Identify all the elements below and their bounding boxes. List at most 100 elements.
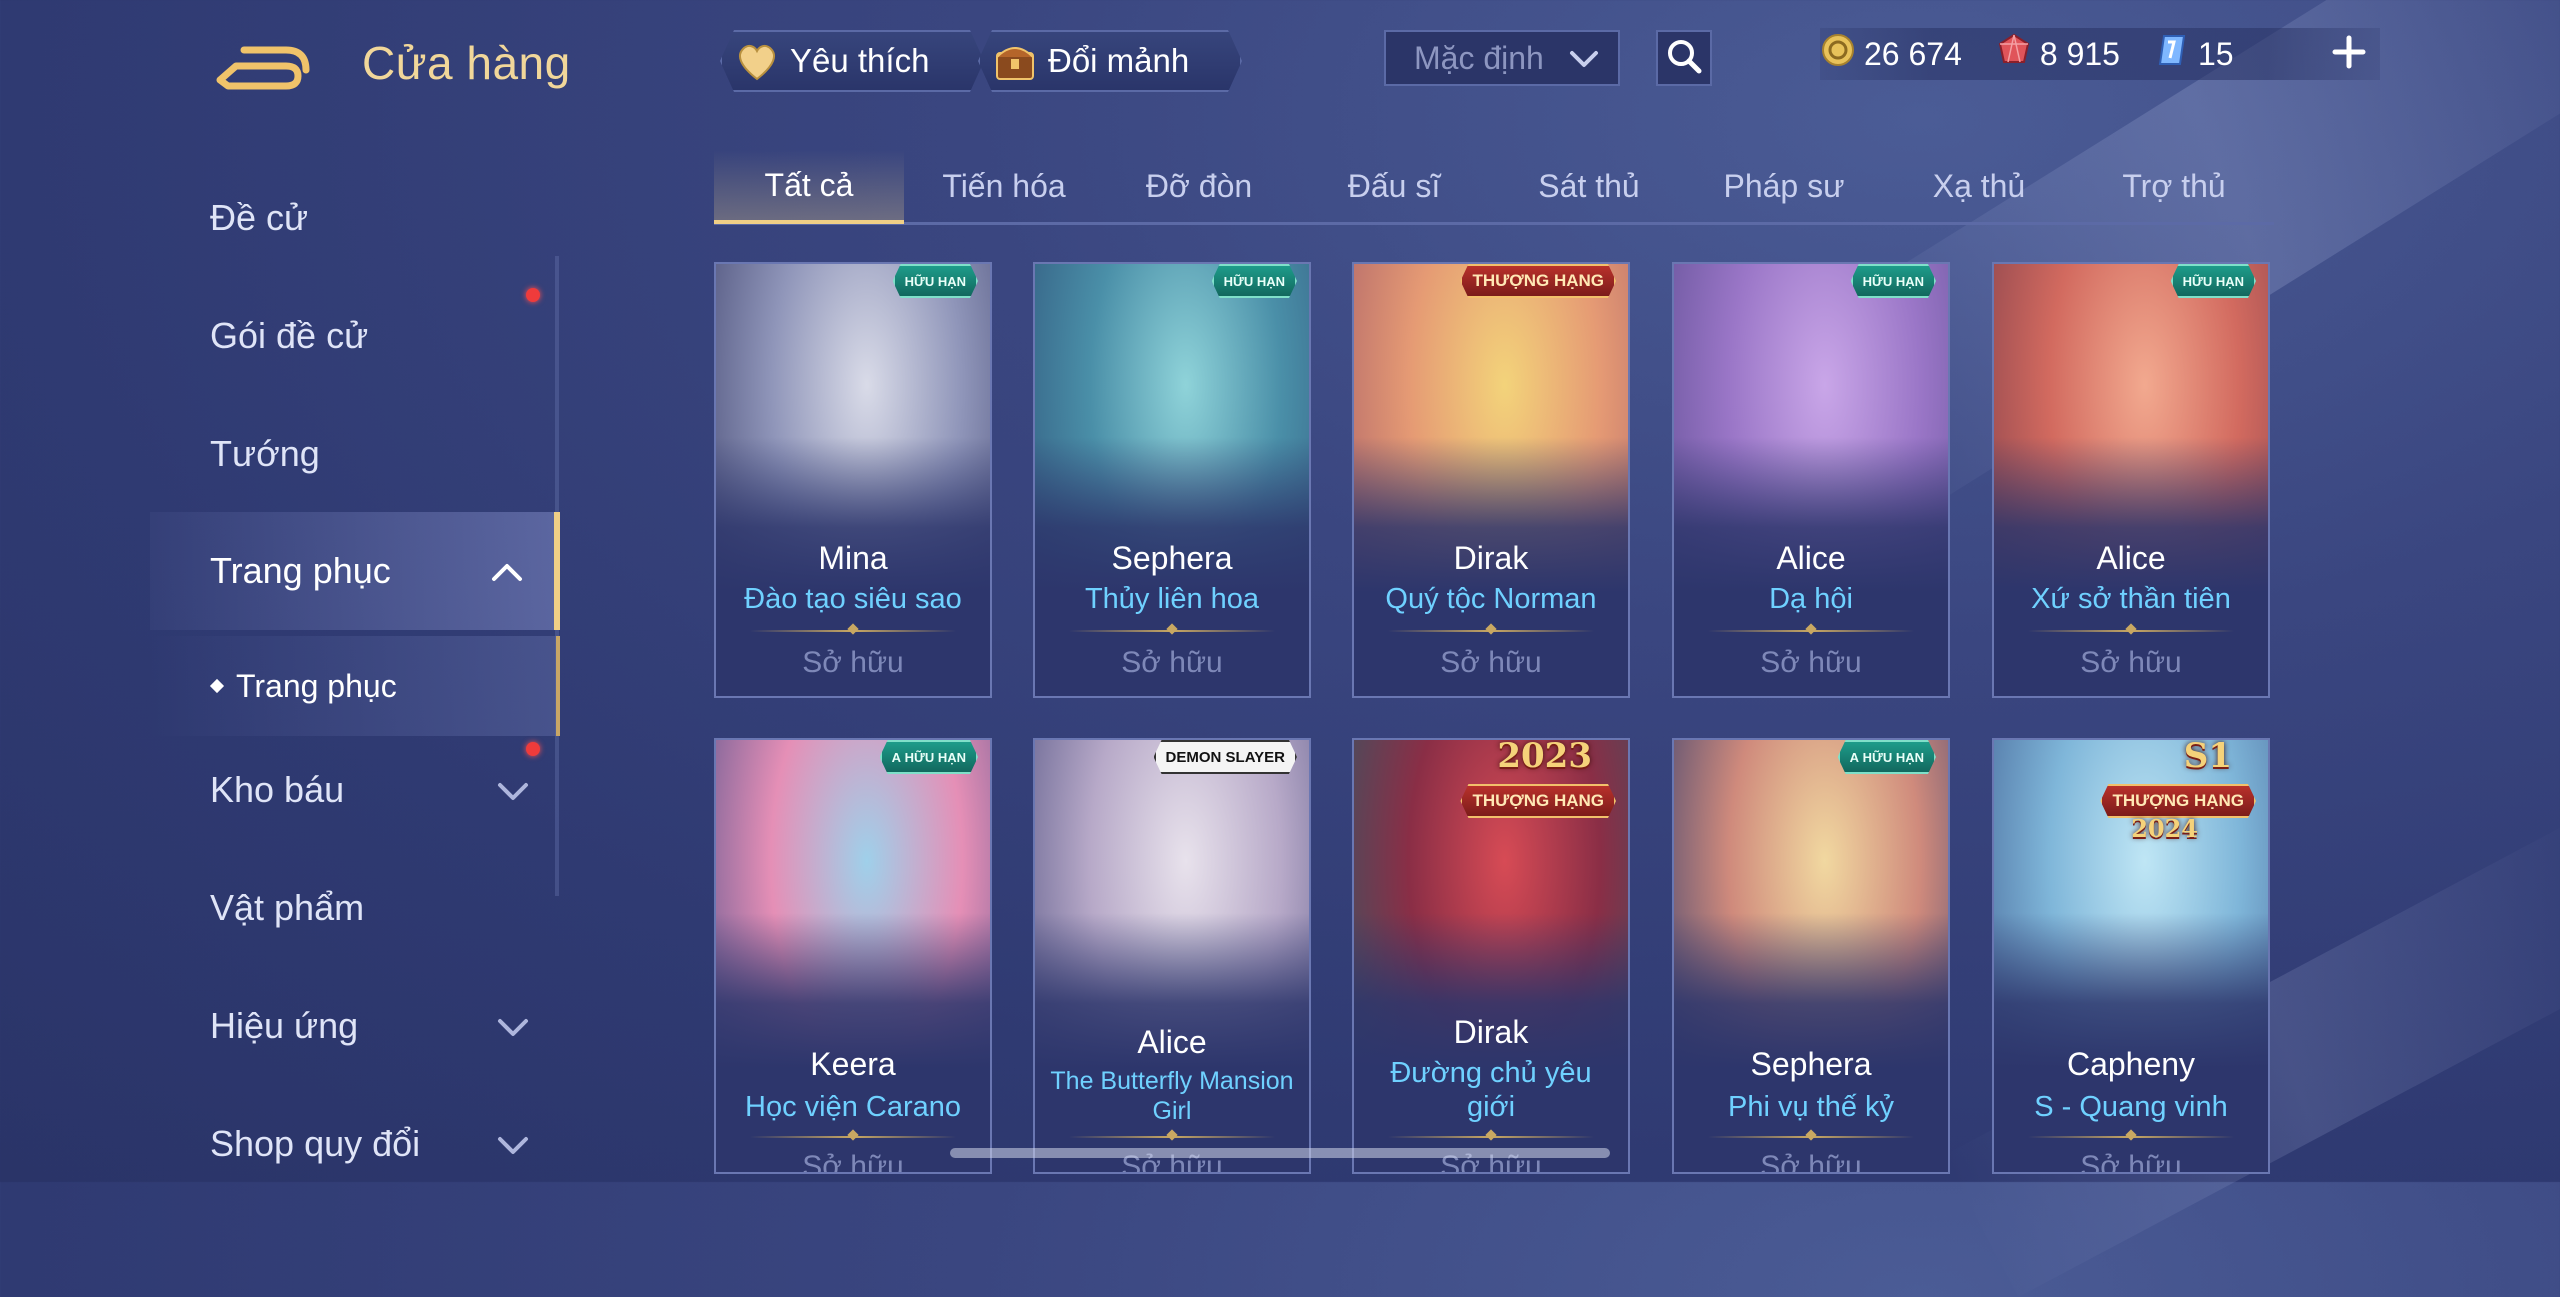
gold-balance: 26 674	[1820, 32, 1962, 76]
tab-support[interactable]: Trợ thủ	[2079, 150, 2269, 222]
tab-assassin[interactable]: Sát thủ	[1494, 150, 1684, 222]
owned-status: Sở hữu	[2080, 1150, 2182, 1174]
diamond-bullet-icon	[209, 678, 225, 694]
tab-all[interactable]: Tất cả	[714, 150, 904, 224]
back-button[interactable]	[214, 36, 310, 96]
sidebar-item-label: Shop quy đổi	[210, 1123, 421, 1164]
chevron-down-icon	[496, 769, 530, 811]
tab-evolution[interactable]: Tiến hóa	[909, 150, 1099, 222]
gold-value: 26 674	[1864, 35, 1962, 72]
sort-value: Mặc định	[1414, 39, 1544, 76]
owned-status: Sở hữu	[1440, 646, 1542, 679]
home-indicator[interactable]	[950, 1148, 1610, 1158]
add-currency-button[interactable]	[2326, 28, 2372, 80]
skin-card[interactable]: S1 THƯỢNG HẠNG 2024 Capheny S - Quang vi…	[1992, 738, 2270, 1174]
tab-marksman[interactable]: Xạ thủ	[1884, 150, 2074, 222]
sidebar-item-skins[interactable]: Trang phục	[150, 512, 560, 630]
skin-name: Đào tạo siêu sao	[744, 583, 962, 615]
skin-name: Phi vụ thế kỷ	[1727, 1091, 1895, 1123]
tab-fighter[interactable]: Đấu sĩ	[1299, 150, 1489, 222]
hero-name: Dirak	[1453, 1014, 1529, 1050]
limited-badge: HỮU HẠN	[1212, 264, 1297, 298]
hero-name: Alice	[1776, 540, 1846, 576]
shard-exchange-button[interactable]: Đổi mảnh	[978, 30, 1242, 92]
owned-status: Sở hữu	[802, 646, 904, 679]
sidebar-item-effects[interactable]: Hiệu ứng	[150, 976, 560, 1076]
voucher-value: 8 915	[2039, 35, 2120, 72]
skin-card[interactable]: A HỮU HẠN Sephera Phi vụ thế kỷ Sở hữu	[1672, 738, 1950, 1174]
tab-mage[interactable]: Pháp sư	[1689, 150, 1879, 222]
skin-name: Thủy liên hoa	[1084, 583, 1260, 615]
hero-name: Sephera	[1111, 540, 1233, 576]
skin-name: The Butterfly Mansion Girl	[1050, 1067, 1294, 1125]
premium-badge: THƯỢNG HẠNG	[2100, 784, 2256, 818]
sidebar: Đề cử Gói đề cử Tướng Trang phục Trang p…	[150, 160, 560, 1182]
notification-dot	[526, 288, 540, 302]
owned-status: Sở hữu	[2080, 646, 2182, 679]
hero-name: Keera	[810, 1046, 896, 1082]
skin-card[interactable]: THƯỢNG HẠNG Dirak Quý tộc Norman Sở hữu	[1352, 262, 1630, 698]
sidebar-item-recommended-packs[interactable]: Gói đề cử	[150, 286, 560, 386]
skin-name: Quý tộc Norman	[1385, 583, 1597, 615]
sidebar-item-label: Trang phục	[210, 550, 391, 591]
quan-huy-value: 15	[2197, 35, 2234, 72]
sidebar-item-label: Vật phẩm	[210, 887, 365, 928]
sidebar-item-heroes[interactable]: Tướng	[150, 404, 560, 504]
sort-dropdown[interactable]: Mặc định	[1384, 30, 1620, 86]
card-divider	[2028, 630, 2234, 632]
ruby-gem-icon	[1996, 32, 2032, 76]
card-divider	[1069, 630, 1275, 632]
tab-tank[interactable]: Đỡ đòn	[1104, 150, 1294, 222]
sidebar-item-recommended[interactable]: Đề cử	[150, 168, 560, 268]
skin-name: S - Quang vinh	[2034, 1091, 2228, 1123]
sidebar-item-items[interactable]: Vật phẩm	[150, 858, 560, 958]
crystal-icon	[2154, 32, 2190, 76]
hero-name: Dirak	[1453, 540, 1529, 576]
role-tabs: Tất cả Tiến hóa Đỡ đòn Đấu sĩ Sát thủ Ph…	[714, 150, 2274, 225]
sidebar-subitem-skins[interactable]: Trang phục	[150, 636, 560, 736]
back-arrow-icon	[216, 46, 310, 90]
owned-status: Sở hữu	[1760, 1150, 1862, 1174]
skin-name: Học viện Carano	[745, 1091, 961, 1123]
plus-icon	[2331, 34, 2367, 75]
currency-bar: 26 674 8 915 15	[1820, 28, 2380, 80]
card-divider	[2028, 1136, 2234, 1138]
year-emblem: 2023	[1497, 738, 1592, 776]
card-divider	[750, 1136, 956, 1138]
skin-card[interactable]: HỮU HẠN Alice Dạ hội Sở hữu	[1672, 262, 1950, 698]
skin-card[interactable]: DEMON SLAYER Alice The Butterfly Mansion…	[1033, 738, 1311, 1174]
limited-badge: A HỮU HẠN	[880, 740, 978, 774]
sidebar-item-label: Hiệu ứng	[210, 1005, 359, 1046]
card-divider	[1388, 630, 1594, 632]
quan-huy-balance: 15	[2154, 32, 2234, 76]
season-label: S1	[2183, 738, 2232, 776]
badge-label: HỮU HẠN	[904, 749, 966, 765]
skin-card[interactable]: HỮU HẠN Alice Xứ sở thần tiên Sở hữu	[1992, 262, 2270, 698]
badge-grade: A	[1849, 749, 1860, 765]
card-divider	[1708, 1136, 1914, 1138]
skin-name: Xứ sở thần tiên	[2031, 583, 2231, 615]
chevron-down-icon	[496, 1123, 530, 1165]
page-title: Cửa hàng	[362, 37, 571, 89]
card-divider	[1708, 630, 1914, 632]
sidebar-item-exchange-shop[interactable]: Shop quy đổi	[150, 1094, 560, 1194]
season-emblem: S1	[2183, 738, 2232, 776]
skin-card[interactable]: 2023 THƯỢNG HẠNG Dirak Đường chủ yêu giớ…	[1352, 738, 1630, 1174]
skin-card[interactable]: HỮU HẠN Mina Đào tạo siêu sao Sở hữu	[714, 262, 992, 698]
hero-name: Sephera	[1750, 1046, 1872, 1082]
gold-coin-icon	[1820, 32, 1856, 76]
favorites-label: Yêu thích	[790, 42, 930, 79]
favorites-button[interactable]: Yêu thích	[720, 30, 984, 92]
sidebar-item-treasure[interactable]: Kho báu	[150, 740, 560, 840]
skin-card[interactable]: HỮU HẠN Sephera Thủy liên hoa Sở hữu	[1033, 262, 1311, 698]
hero-name: Alice	[1137, 1024, 1207, 1060]
search-button[interactable]	[1656, 30, 1712, 86]
limited-badge: HỮU HẠN	[893, 264, 978, 298]
treasure-chest-icon	[992, 38, 1038, 84]
chevron-down-icon	[1568, 40, 1600, 77]
card-divider	[1069, 1136, 1275, 1138]
shard-exchange-label: Đổi mảnh	[1048, 42, 1190, 79]
owned-status: Sở hữu	[1760, 646, 1862, 679]
year-label: 2024	[2131, 814, 2198, 843]
skin-card[interactable]: A HỮU HẠN Keera Học viện Carano Sở hữu	[714, 738, 992, 1174]
